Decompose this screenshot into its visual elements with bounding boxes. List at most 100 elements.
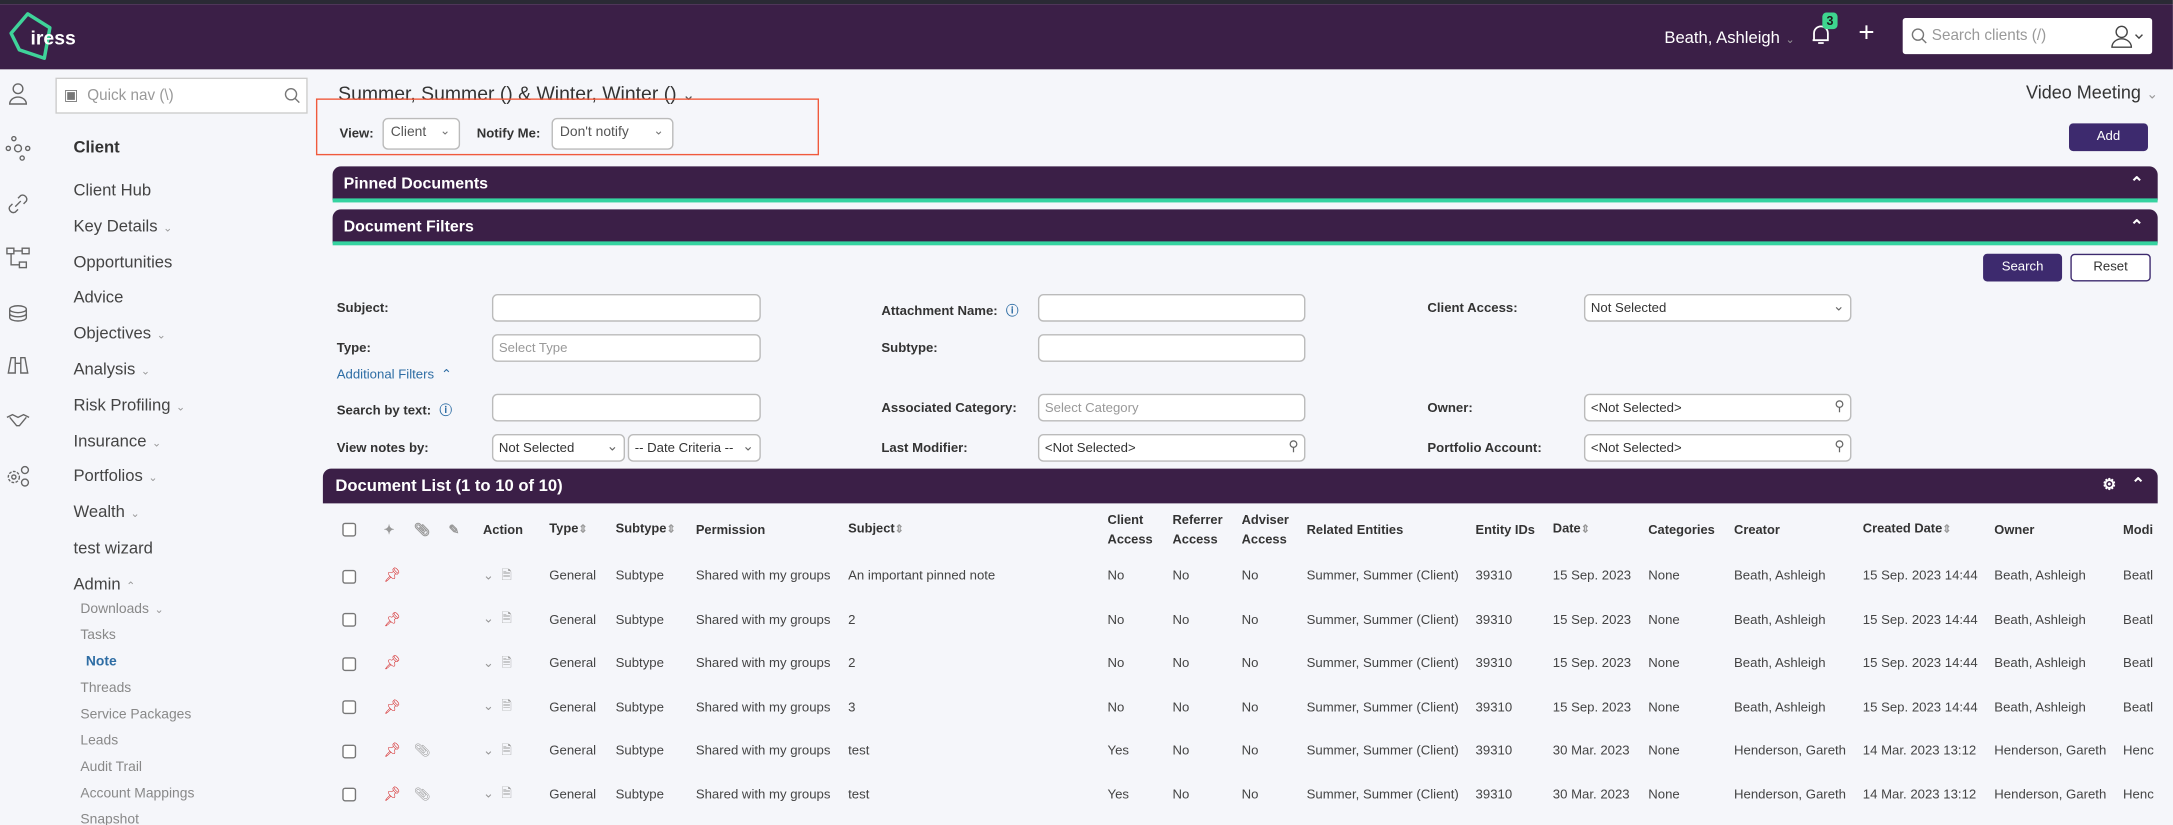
preview-document-icon[interactable]: 🗎︎	[501, 743, 512, 758]
table-row[interactable]: 📌︎ 📎︎ ⌄ 🗎︎ General Subtype Shared with my gro…	[337, 729, 2173, 773]
chevron-down-icon[interactable]: ⌄	[483, 568, 501, 583]
sidebar-item-portfolios[interactable]: Portfolios ⌄	[73, 466, 157, 485]
action-cell[interactable]: ⌄ 🗎︎	[477, 773, 543, 817]
sidebar-item-key-details[interactable]: Key Details ⌄	[73, 216, 172, 235]
portfolio-account-input[interactable]: <Not Selected> ⚲	[1583, 434, 1852, 462]
row-checkbox[interactable]	[337, 773, 378, 817]
paperclip-icon[interactable]: 📎︎	[408, 729, 442, 773]
paperclip-icon[interactable]: 📎︎	[408, 773, 442, 817]
view-notes-select[interactable]: Not Selected ⌄	[491, 434, 625, 462]
sidebar-item-wealth[interactable]: Wealth ⌄	[73, 502, 139, 521]
hierarchy-icon[interactable]	[6, 245, 31, 270]
sidebar-subitem-audit-trail[interactable]: Audit Trail	[80, 760, 142, 775]
sidebar-subitem-account-mappings[interactable]: Account Mappings	[80, 786, 194, 801]
sidebar-section-client[interactable]: Client	[73, 137, 119, 156]
video-meeting-dropdown[interactable]: Video Meeting ⌄	[2026, 82, 2158, 103]
type-input[interactable]: Select Type	[491, 334, 761, 362]
sidebar-item-risk-profiling[interactable]: Risk Profiling ⌄	[73, 395, 185, 414]
gear-icon[interactable]: ⚙	[2102, 476, 2116, 494]
table-row[interactable]: 📌︎ 📎︎ ⌄ 🗎︎ General Subtype Shared with my gro…	[337, 773, 2173, 817]
sidebar-subitem-leads[interactable]: Leads	[80, 734, 118, 749]
view-select[interactable]: Client ⌄	[382, 117, 461, 150]
sidebar-subitem-snapshot[interactable]: Snapshot	[80, 813, 139, 825]
chevron-down-icon[interactable]: ⌄	[483, 656, 501, 671]
column-header-adviser-access[interactable]: Adviser Access	[1236, 503, 1301, 554]
pin-icon[interactable]: 📌︎	[378, 598, 408, 642]
subtype-input[interactable]	[1037, 334, 1306, 362]
sort-icon[interactable]: ⇕	[666, 523, 675, 535]
preview-document-icon[interactable]: 🗎︎	[501, 656, 512, 671]
preview-document-icon[interactable]: 🗎︎	[501, 612, 512, 627]
associated-category-input[interactable]: Select Category	[1037, 393, 1306, 422]
column-header-categories[interactable]: Categories	[1643, 503, 1729, 554]
sidebar-item-opportunities[interactable]: Opportunities	[73, 252, 172, 271]
sidebar-item-client-hub[interactable]: Client Hub	[73, 180, 151, 199]
coins-icon[interactable]	[6, 301, 31, 326]
notify-select[interactable]: Don't notify ⌄	[551, 117, 674, 150]
row-checkbox[interactable]	[337, 729, 378, 773]
column-header-modi[interactable]: Modi	[2118, 503, 2173, 554]
person-icon[interactable]	[6, 82, 31, 107]
client-search-input[interactable]: Search clients (/)	[1902, 18, 2153, 55]
row-checkbox[interactable]	[337, 642, 378, 686]
action-cell[interactable]: ⌄ 🗎︎	[477, 729, 543, 773]
column-header-subject[interactable]: Subject⇕	[843, 503, 1102, 554]
chevron-down-icon[interactable]: ⌄	[483, 612, 501, 627]
sidebar-item-insurance[interactable]: Insurance ⌄	[73, 431, 161, 450]
column-header-related-entities[interactable]: Related Entities	[1301, 503, 1470, 554]
add-button[interactable]: Add	[2068, 123, 2148, 152]
gears-icon[interactable]	[6, 463, 31, 488]
sidebar-subitem-downloads[interactable]: Downloads ⌄	[80, 602, 163, 617]
preview-document-icon[interactable]: 🗎︎	[501, 699, 512, 714]
column-header-subtype[interactable]: Subtype⇕	[610, 503, 690, 554]
pin-icon[interactable]: 📌︎	[378, 773, 408, 817]
quick-nav-input[interactable]: ▣ Quick nav (\)	[55, 77, 308, 114]
sort-icon[interactable]: ⇕	[578, 523, 587, 535]
column-header-referrer-access[interactable]: Referrer Access	[1167, 503, 1236, 554]
sidebar-subitem-service-packages[interactable]: Service Packages	[80, 707, 191, 722]
pin-icon[interactable]: 📌︎	[378, 729, 408, 773]
chevron-down-icon[interactable]: ⌄	[483, 743, 501, 758]
search-button[interactable]: Search	[1983, 253, 2063, 282]
add-icon[interactable]: +	[1858, 18, 1874, 50]
table-row[interactable]: 📌︎ ⌄ 🗎︎ General Subtype Shared with my group…	[337, 598, 2173, 642]
client-access-select[interactable]: Not Selected ⌄	[1583, 293, 1852, 322]
search-icon[interactable]: ⚲	[1834, 399, 1844, 414]
info-icon[interactable]: ⓘ	[1006, 304, 1018, 318]
column-header-owner[interactable]: Owner	[1989, 503, 2118, 554]
sort-icon[interactable]: ⇕	[1942, 523, 1951, 535]
chevron-up-icon[interactable]: ⌃	[2130, 216, 2144, 235]
last-modifier-input[interactable]: <Not Selected> ⚲	[1037, 434, 1306, 462]
user-menu[interactable]: Beath, Ashleigh ⌄	[1664, 28, 1794, 47]
column-header-client-access[interactable]: Client Access	[1102, 503, 1167, 554]
sidebar-subitem-threads[interactable]: Threads	[80, 681, 131, 696]
action-cell[interactable]: ⌄ 🗎︎	[477, 686, 543, 730]
date-criteria-select[interactable]: -- Date Criteria -- ⌄	[627, 434, 761, 462]
sort-icon[interactable]: ⇕	[1581, 523, 1590, 535]
sidebar-item-objectives[interactable]: Objectives ⌄	[73, 323, 165, 342]
preview-document-icon[interactable]: 🗎︎	[501, 568, 512, 583]
search-icon[interactable]: ⚲	[1834, 440, 1844, 455]
chevron-up-icon[interactable]: ⌃	[2130, 173, 2144, 192]
link-icon[interactable]	[6, 191, 31, 216]
row-checkbox[interactable]	[337, 555, 378, 599]
chevron-down-icon[interactable]: ⌄	[483, 787, 501, 802]
sidebar-subitem-note[interactable]: Note	[86, 654, 117, 669]
info-icon[interactable]: ⓘ	[439, 404, 451, 418]
chevron-up-icon[interactable]: ⌃	[2131, 474, 2145, 493]
pin-icon[interactable]: 📌︎	[378, 555, 408, 599]
reset-button[interactable]: Reset	[2070, 253, 2151, 282]
attachment-name-input[interactable]	[1037, 293, 1306, 322]
table-row[interactable]: 📌︎ ⌄ 🗎︎ General Subtype Shared with my group…	[337, 642, 2173, 686]
column-header-permission[interactable]: Permission	[690, 503, 842, 554]
action-cell[interactable]: ⌄ 🗎︎	[477, 555, 543, 599]
pin-icon[interactable]: 📌︎	[378, 642, 408, 686]
pinned-documents-panel[interactable]: Pinned Documents ⌃	[332, 166, 2158, 203]
action-cell[interactable]: ⌄ 🗎︎	[477, 642, 543, 686]
row-checkbox[interactable]	[337, 686, 378, 730]
select-all-checkbox[interactable]	[337, 503, 378, 554]
column-header-entity-ids[interactable]: Entity IDs	[1470, 503, 1547, 554]
search-icon[interactable]: ⚲	[1288, 440, 1298, 455]
chevron-down-icon[interactable]: ⌄	[483, 699, 501, 714]
table-row[interactable]: 📌︎ ⌄ 🗎︎ General Subtype Shared with my group…	[337, 555, 2173, 599]
